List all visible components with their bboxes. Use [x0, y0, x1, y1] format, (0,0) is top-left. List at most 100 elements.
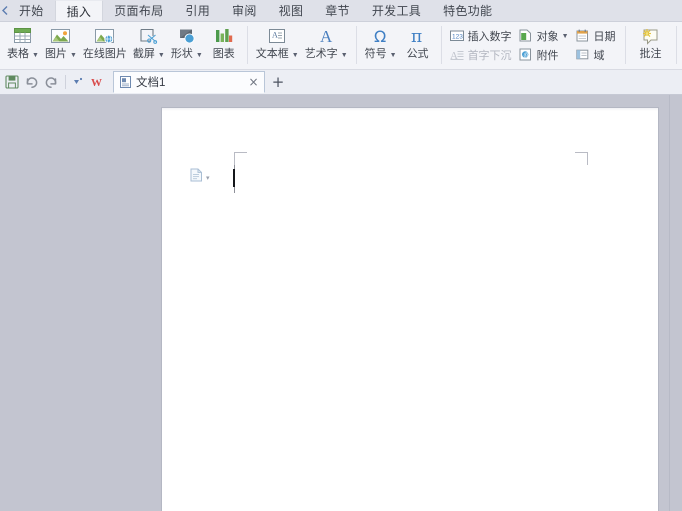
insert-table-label: 表格 ▼ [7, 48, 39, 60]
insert-textbox-label: 文本框 ▼ [255, 48, 299, 60]
insert-field-button[interactable]: 域 [573, 45, 620, 64]
menu-tab-label: 章节 [325, 4, 350, 18]
chevron-down-icon: ▼ [195, 52, 203, 59]
margin-mark-top-right [575, 152, 588, 165]
insert-comment-button[interactable]: 批注 [631, 22, 671, 69]
insert-attachment-button[interactable]: @ 附件 [516, 45, 573, 64]
field-icon [575, 47, 591, 62]
new-tab-button[interactable]: + [267, 71, 289, 93]
ribbon-group-illustrations: 表格 ▼ 图片 ▼ 在线图片 截屏 ▼ 形状 ▼ 图表 [4, 22, 242, 69]
screenshot-button[interactable]: 截屏 ▼ [130, 22, 168, 69]
ribbon-separator [355, 26, 357, 64]
undo-icon[interactable] [22, 73, 41, 92]
drop-cap-button[interactable]: A 首字下沉 [447, 45, 516, 64]
menu-tab-sections[interactable]: 章节 [314, 0, 361, 21]
insert-chart-label: 图表 [212, 48, 235, 60]
svg-text:A: A [320, 27, 333, 45]
document-tab-bar: W 文档1 × + [0, 70, 682, 95]
svg-text:A: A [272, 31, 278, 40]
save-icon[interactable] [2, 73, 21, 92]
close-icon[interactable]: × [247, 75, 260, 89]
insert-field-label: 域 [593, 49, 605, 62]
insert-object-button[interactable]: 对象 ▼ [516, 26, 573, 45]
menu-tab-insert[interactable]: 插入 [54, 0, 104, 21]
ribbon-separator [624, 26, 626, 64]
document-page[interactable]: ▾ [162, 108, 658, 511]
document-icon [119, 76, 132, 89]
date-icon [575, 28, 591, 43]
svg-text:@: @ [523, 53, 529, 59]
insert-wordart-label: 艺术字 ▼ [304, 48, 348, 60]
ribbon-separator [675, 26, 677, 64]
insert-attachment-label: 附件 [536, 49, 559, 62]
menu-tab-label: 开始 [19, 4, 44, 18]
customize-quick-access-icon[interactable] [69, 73, 88, 92]
object-icon [518, 28, 534, 43]
wps-logo-icon[interactable]: W [89, 73, 108, 92]
shapes-icon [174, 25, 200, 47]
insert-shapes-button[interactable]: 形状 ▼ [168, 22, 206, 69]
menu-tab-special-features[interactable]: 特色功能 [432, 0, 503, 21]
menu-tab-start[interactable]: 开始 [8, 0, 55, 21]
chevron-left-glyph [1, 6, 7, 15]
ribbon-separator [246, 26, 248, 64]
paste-options-icon [190, 168, 203, 187]
online-picture-icon [92, 25, 118, 47]
chevron-down-icon: ▼ [340, 52, 348, 59]
insert-date-button[interactable]: 日期 [573, 26, 620, 45]
insert-symbol-button[interactable]: Ω 符号 ▼ [362, 22, 400, 69]
pi-formula-icon: π [405, 25, 431, 47]
document-tab-label: 文档1 [136, 77, 166, 89]
ribbon-group-date-field: 日期 域 [573, 22, 620, 69]
chevron-left-icon[interactable] [0, 0, 8, 21]
menu-tab-label: 开发工具 [371, 4, 422, 18]
ribbon-group-symbols: Ω 符号 ▼ π 公式 [362, 22, 436, 69]
insert-chart-button[interactable]: 图表 [206, 22, 242, 69]
document-canvas[interactable]: ▾ [0, 95, 682, 511]
menu-tab-label: 页面布局 [114, 4, 164, 18]
insert-formula-button[interactable]: π 公式 [400, 22, 436, 69]
insert-picture-button[interactable]: 图片 ▼ [42, 22, 80, 69]
insert-wordart-button[interactable]: A 艺术字 ▼ [302, 22, 351, 69]
picture-icon [48, 25, 74, 47]
menu-tab-bar: 开始 插入 页面布局 引用 审阅 视图 章节 开发工具 特色功能 [0, 0, 682, 22]
table-icon [10, 25, 36, 47]
chevron-down-icon: ▼ [69, 52, 77, 59]
menu-tab-label: 特色功能 [443, 4, 493, 18]
chevron-down-icon: ▼ [389, 52, 397, 59]
insert-number-icon: 123 [449, 28, 465, 43]
insert-symbol-label: 符号 ▼ [364, 48, 397, 60]
drop-cap-label: 首字下沉 [467, 49, 512, 62]
quick-access-separator [65, 75, 66, 89]
menu-tab-label: 引用 [185, 4, 211, 18]
redo-icon[interactable] [42, 73, 61, 92]
menu-tab-review[interactable]: 审阅 [221, 0, 268, 21]
ribbon-toolbar: 表格 ▼ 图片 ▼ 在线图片 截屏 ▼ 形状 ▼ 图表 A 文本框 ▼ A 艺术… [0, 22, 682, 70]
insert-online-picture-label: 在线图片 [82, 48, 127, 60]
wps-writer-window: 开始 插入 页面布局 引用 审阅 视图 章节 开发工具 特色功能 表格 ▼ 图片… [0, 0, 682, 511]
wordart-icon: A [313, 25, 339, 47]
insert-object-label: 对象 [536, 30, 559, 43]
paste-options-button[interactable]: ▾ [190, 168, 210, 187]
chevron-down-icon: ▼ [32, 52, 39, 59]
insert-comment-label: 批注 [639, 48, 662, 60]
document-tab-active[interactable]: 文档1 × [113, 71, 265, 93]
insert-shapes-label: 形状 ▼ [170, 48, 203, 60]
menu-tab-references[interactable]: 引用 [174, 0, 221, 21]
ribbon-group-text: A 文本框 ▼ A 艺术字 ▼ [253, 22, 351, 69]
menu-tab-view[interactable]: 视图 [268, 0, 315, 21]
vertical-scrollbar-gutter[interactable] [669, 95, 682, 511]
insert-formula-label: 公式 [406, 48, 429, 60]
insert-number-button[interactable]: 123 插入数字 [447, 26, 516, 45]
menu-tab-label: 插入 [66, 4, 92, 19]
menu-tab-developer[interactable]: 开发工具 [361, 0, 432, 21]
insert-table-button[interactable]: 表格 ▼ [4, 22, 42, 69]
ribbon-group-comment: 批注 [631, 22, 671, 69]
insert-textbox-button[interactable]: A 文本框 ▼ [253, 22, 302, 69]
menu-tab-label: 审阅 [232, 4, 257, 18]
svg-text:123: 123 [452, 33, 463, 40]
insert-online-picture-button[interactable]: 在线图片 [80, 22, 130, 69]
menu-tab-page-layout[interactable]: 页面布局 [103, 0, 174, 21]
textbox-icon: A [264, 25, 290, 47]
insert-date-label: 日期 [593, 30, 616, 43]
